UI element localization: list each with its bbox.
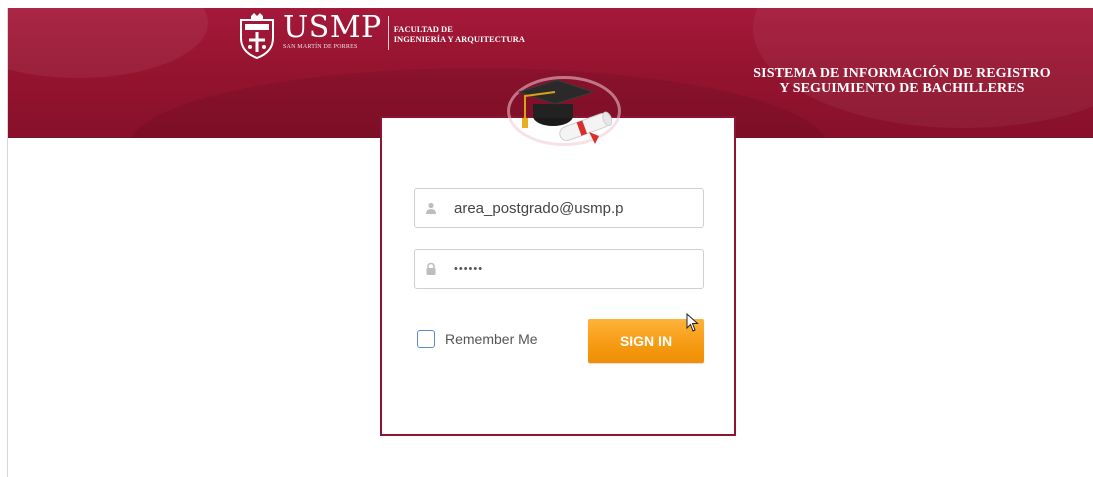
- username-input[interactable]: [454, 199, 674, 217]
- logo-wordmark: USMP: [283, 10, 382, 45]
- lock-icon: [426, 262, 436, 275]
- logo-divider: [387, 16, 389, 50]
- remember-me-checkbox[interactable]: [417, 330, 435, 348]
- password-field[interactable]: [414, 249, 704, 289]
- system-title: SISTEMA DE INFORMACIÓN DE REGISTRO Y SEG…: [737, 66, 1067, 96]
- system-title-line-2: Y SEGUIMIENTO DE BACHILLERES: [779, 81, 1025, 96]
- remember-me-label[interactable]: Remember Me: [445, 331, 538, 347]
- password-input[interactable]: [454, 263, 674, 275]
- system-title-line-1: SISTEMA DE INFORMACIÓN DE REGISTRO: [753, 66, 1051, 81]
- faculty-line-2: INGENIERÍA Y ARQUITECTURA: [393, 34, 525, 44]
- user-icon: [426, 202, 436, 214]
- faculty-name: FACULTAD DE INGENIERÍA Y ARQUITECTURA: [394, 24, 525, 44]
- usmp-crest-icon: [240, 13, 274, 60]
- graduation-cap-diploma-icon: [517, 79, 613, 144]
- usmp-logo: USMP SAN MARTÍN DE PORRES FACULTAD DE IN…: [237, 12, 525, 72]
- graduation-emblem: [505, 70, 623, 150]
- username-field[interactable]: [414, 188, 704, 228]
- faculty-line-1: FACULTAD DE: [393, 24, 453, 34]
- mouse-cursor-icon: [686, 313, 699, 332]
- remember-me-option[interactable]: Remember Me: [417, 330, 538, 348]
- logo-subtext: SAN MARTÍN DE PORRES: [283, 44, 358, 50]
- banner-decoration: [8, 8, 208, 78]
